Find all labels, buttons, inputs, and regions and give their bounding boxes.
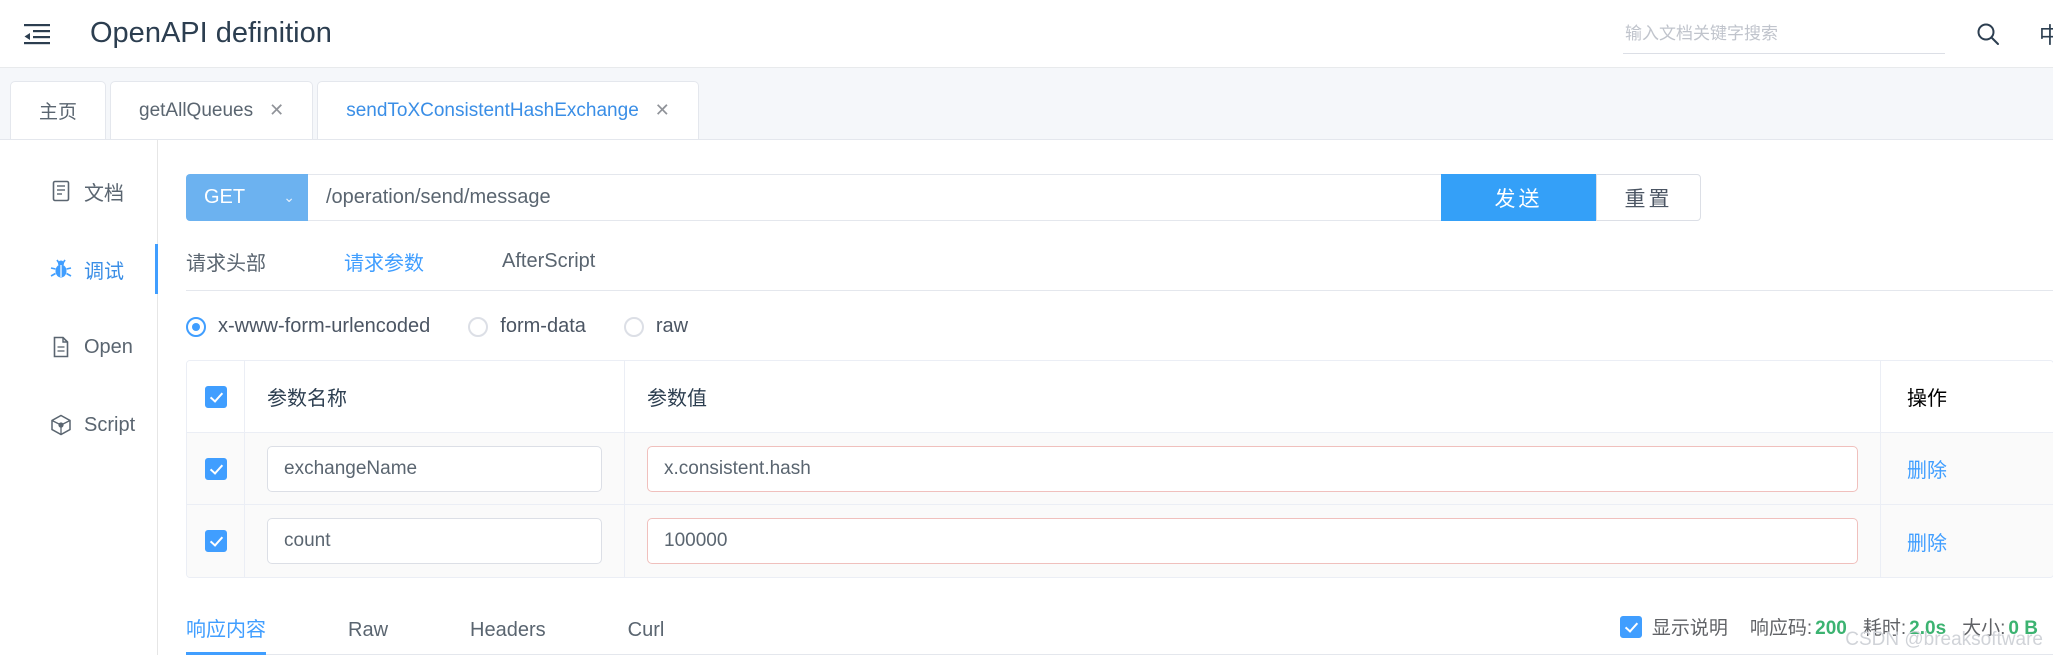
- request-url-input[interactable]: [308, 174, 1441, 221]
- watermark: CSDN @breaksoftware: [1845, 629, 2043, 650]
- select-all-cell: [187, 361, 245, 432]
- param-value-input[interactable]: [647, 518, 1858, 564]
- row-checkbox[interactable]: [204, 530, 227, 552]
- header-right-group: 中: [1623, 0, 2053, 68]
- language-toggle[interactable]: 中: [2039, 18, 2053, 50]
- param-name-cell: [245, 505, 625, 577]
- params-table: 参数名称 参数值 操作 删除: [186, 360, 2053, 578]
- tab-request-params[interactable]: 请求参数: [344, 247, 424, 276]
- row-checkbox[interactable]: [204, 457, 227, 480]
- tab-response-curl[interactable]: Curl: [628, 619, 665, 654]
- param-value-cell: [625, 433, 1881, 504]
- tab-close-icon[interactable]: ✕: [269, 100, 284, 121]
- tab-close-icon[interactable]: ✕: [655, 100, 670, 121]
- search-input[interactable]: [1623, 22, 1945, 45]
- search-icon[interactable]: [1971, 17, 2005, 51]
- radio-label: raw: [655, 315, 689, 337]
- delete-row-link[interactable]: 删除: [1907, 527, 1947, 556]
- sidebar-item-open[interactable]: Open: [0, 308, 157, 386]
- send-button[interactable]: 发送: [1441, 174, 1596, 221]
- http-method-value: GET: [204, 186, 246, 208]
- tab-label: getAllQueues: [139, 99, 254, 121]
- show-description-checkbox[interactable]: [1619, 615, 1642, 638]
- left-sidebar: 文档 调试 Open Script: [0, 140, 158, 655]
- bug-glyph: [50, 259, 72, 278]
- radio-raw[interactable]: raw: [623, 315, 689, 338]
- table-row: 删除: [187, 433, 2053, 505]
- tab-response-raw[interactable]: Raw: [348, 619, 388, 654]
- status-code-value: 200: [1815, 618, 1847, 639]
- cube-glyph: [51, 414, 71, 436]
- radio-dot-icon: [623, 316, 644, 337]
- menu-collapse-icon[interactable]: [22, 19, 52, 49]
- response-bar: 响应内容 Raw Headers Curl 显示说明 响应码: 200 耗时: 2.…: [186, 593, 2053, 655]
- param-name-input[interactable]: [267, 518, 602, 564]
- row-select-cell: [187, 505, 245, 577]
- document-glyph: [52, 180, 70, 202]
- search-box[interactable]: [1623, 14, 1945, 54]
- tab-response-headers[interactable]: Headers: [470, 619, 546, 654]
- tab-sendtoxconsistenthashexchange[interactable]: sendToXConsistentHashExchange ✕: [317, 81, 699, 139]
- column-header-operation: 操作: [1907, 388, 1947, 410]
- sidebar-item-label: 调试: [84, 260, 124, 283]
- main-content: GET ⌄ 发送 重置 请求头部 请求参数 AfterScript x-www-…: [158, 140, 2053, 655]
- file-icon: [50, 336, 72, 358]
- radio-dot-icon: [186, 316, 206, 337]
- radio-label: form-data: [500, 315, 586, 337]
- request-url-row: GET ⌄ 发送 重置: [186, 174, 2053, 221]
- bug-icon: [50, 258, 72, 280]
- sidebar-item-document[interactable]: 文档: [0, 152, 157, 230]
- radio-form-data[interactable]: form-data: [468, 315, 586, 338]
- page-title: OpenAPI definition: [90, 17, 332, 49]
- status-code-label: 响应码:: [1749, 618, 1813, 639]
- reset-button[interactable]: 重置: [1596, 174, 1701, 221]
- search-glyph: [1977, 23, 1999, 45]
- status-code-stat: 响应码: 200: [1750, 613, 1847, 640]
- response-tabs: 响应内容 Raw Headers Curl: [186, 593, 746, 655]
- request-section-tabs: 请求头部 请求参数 AfterScript: [186, 247, 2053, 291]
- tab-afterscript[interactable]: AfterScript: [502, 250, 595, 273]
- column-header-value: 参数值: [625, 361, 1881, 432]
- radio-label: x-www-form-urlencoded: [218, 315, 431, 337]
- param-name-input[interactable]: [267, 445, 602, 492]
- param-value-cell: [625, 505, 1881, 577]
- file-glyph: [53, 336, 69, 358]
- cube-icon: [50, 414, 72, 436]
- document-icon: [50, 180, 72, 202]
- row-operation-cell: 删除: [1881, 505, 2053, 577]
- app-header: OpenAPI definition 中: [0, 0, 2053, 68]
- column-header-name: 参数名称: [245, 361, 625, 432]
- body-wrapper: 文档 调试 Open Script GET ⌄ /operation/send/…: [0, 140, 2053, 655]
- chevron-down-icon: ⌄: [283, 189, 295, 205]
- tab-label: 主页: [39, 102, 78, 123]
- table-header-row: 参数名称 参数值 操作: [187, 361, 2053, 433]
- delete-row-link[interactable]: 删除: [1907, 454, 1947, 483]
- tab-getallqueues[interactable]: getAllQueues ✕: [110, 81, 314, 139]
- body-type-radio-group: x-www-form-urlencoded form-data raw: [186, 315, 2053, 338]
- table-row: 删除: [187, 505, 2053, 577]
- tab-request-headers[interactable]: 请求头部: [186, 247, 266, 276]
- sidebar-item-label: Script: [84, 413, 136, 436]
- radio-x-www-form-urlencoded[interactable]: x-www-form-urlencoded: [186, 315, 430, 338]
- row-select-cell: [187, 433, 245, 504]
- tab-response-content[interactable]: 响应内容: [186, 613, 266, 655]
- document-tabbar: 主页 getAllQueues ✕ sendToXConsistentHashE…: [0, 68, 2053, 140]
- radio-dot-icon: [468, 316, 489, 337]
- menu-collapse-glyph: [24, 23, 50, 44]
- sidebar-item-label: Open: [84, 335, 133, 358]
- tab-label: sendToXConsistentHashExchange: [346, 99, 639, 121]
- sidebar-item-label: 文档: [84, 182, 124, 205]
- param-name-cell: [245, 433, 625, 504]
- sidebar-item-script[interactable]: Script: [0, 386, 157, 464]
- param-value-input[interactable]: [647, 445, 1858, 492]
- show-description-label: 显示说明: [1651, 618, 1728, 639]
- row-operation-cell: 删除: [1881, 433, 2053, 504]
- tab-home[interactable]: 主页: [10, 81, 107, 139]
- http-method-select[interactable]: GET ⌄: [186, 174, 308, 221]
- sidebar-item-debug[interactable]: 调试: [0, 230, 158, 308]
- select-all-checkbox[interactable]: [204, 385, 227, 408]
